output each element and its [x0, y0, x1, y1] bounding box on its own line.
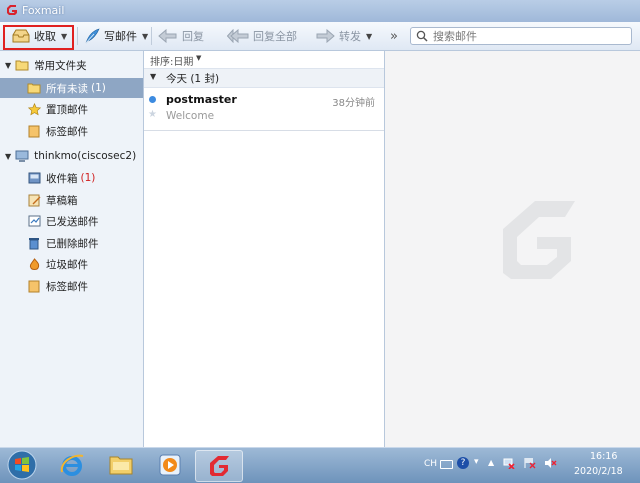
folder-label: 草稿箱 — [46, 194, 78, 207]
volume-muted-icon[interactable] — [544, 457, 557, 469]
clock-time[interactable]: 16:16 — [590, 451, 617, 462]
folder-deleted[interactable]: 已删除邮件 — [0, 233, 143, 253]
folder-label: 所有未读 — [46, 82, 88, 95]
foxmail-watermark-logo — [503, 201, 575, 279]
taskbar-foxmail[interactable] — [195, 450, 243, 482]
more-tools-button[interactable]: » — [390, 22, 398, 50]
date-group-label: 今天 (1 封) — [166, 73, 220, 85]
tag-folder-icon — [27, 279, 41, 293]
internet-explorer-icon — [60, 454, 84, 476]
date-group-header[interactable]: ▼ 今天 (1 封) — [144, 69, 384, 88]
system-tray: CH ? ▾ ▲ 16:16 2020/2/18 — [420, 448, 640, 483]
action-center-flag-icon[interactable] — [523, 457, 536, 469]
reply-arrow-icon — [158, 29, 177, 43]
forward-button[interactable]: 转发 ▼ — [315, 22, 372, 50]
mail-time: 38分钟前 — [332, 98, 375, 109]
unread-count: (1) — [80, 172, 96, 184]
search-input[interactable] — [433, 29, 623, 43]
taskbar-internet-explorer[interactable] — [52, 450, 92, 480]
star-icon — [27, 102, 41, 116]
trash-icon — [27, 236, 41, 250]
drafts-icon — [27, 193, 41, 207]
help-icon[interactable]: ? — [457, 457, 469, 469]
search-icon — [416, 30, 428, 42]
feather-pen-icon — [85, 28, 100, 44]
sort-label: 排序:日期 — [150, 57, 194, 68]
expand-triangle-icon[interactable]: ▼ — [5, 152, 11, 161]
windows-start-icon — [7, 450, 37, 480]
reply-all-button[interactable]: 回复全部 — [227, 22, 297, 50]
show-hidden-icons-icon[interactable]: ▲ — [488, 458, 494, 467]
unread-count: (1) — [91, 82, 106, 94]
receive-highlight-box — [3, 25, 74, 50]
reply-button[interactable]: 回复 — [158, 22, 204, 50]
sort-bar[interactable]: 排序:日期 ▼ — [144, 51, 384, 69]
windows-taskbar: CH ? ▾ ▲ 16:16 2020/2/18 — [0, 447, 640, 483]
forward-arrow-icon — [316, 29, 335, 43]
account-row[interactable]: ▼ thinkmo(ciscosec2) — [0, 146, 143, 166]
compose-button[interactable]: 写邮件 ▼ — [84, 22, 148, 50]
search-box[interactable] — [410, 27, 632, 45]
folder-label: 标签邮件 — [46, 125, 88, 138]
sent-icon — [27, 214, 41, 228]
toolbar-divider — [77, 27, 78, 45]
compose-label: 写邮件 — [104, 30, 137, 43]
foxmail-taskbar-icon — [210, 456, 229, 476]
title-bar[interactable]: Foxmail — [0, 0, 640, 23]
clock-date[interactable]: 2020/2/18 — [574, 466, 623, 477]
mail-subject: Welcome — [166, 110, 215, 122]
folder-all-unread[interactable]: 所有未读 (1) — [0, 78, 143, 98]
folder-account-tagged[interactable]: 标签邮件 — [0, 276, 143, 296]
folder-icon — [27, 81, 41, 95]
tag-folder-icon — [27, 124, 41, 138]
folder-sidebar: ▼ 常用文件夹 所有未读 (1) 置顶邮件 标签邮件 ▼ thinkmo(cis… — [0, 51, 144, 447]
file-explorer-folder-icon — [109, 456, 133, 475]
chevron-down-icon[interactable]: ▼ — [142, 32, 148, 41]
folder-label: 已发送邮件 — [46, 215, 99, 228]
account-label: thinkmo(ciscosec2) — [34, 150, 137, 162]
keyboard-icon[interactable] — [440, 460, 453, 469]
folder-pinned[interactable]: 置顶邮件 — [0, 99, 143, 119]
mail-sender: postmaster — [166, 93, 237, 106]
mail-list-pane: 排序:日期 ▼ ▼ 今天 (1 封) postmaster 38分钟前 ★ We… — [144, 51, 385, 447]
taskbar-media-player[interactable] — [150, 450, 190, 480]
folder-icon — [15, 58, 29, 72]
language-indicator[interactable]: CH — [424, 459, 437, 469]
media-player-icon — [159, 454, 181, 476]
reply-all-label: 回复全部 — [253, 30, 297, 43]
taskbar-file-explorer[interactable] — [101, 450, 141, 480]
unread-dot-icon[interactable] — [149, 96, 156, 103]
expand-triangle-icon[interactable]: ▼ — [5, 61, 11, 70]
folder-label: 标签邮件 — [46, 280, 88, 293]
chevron-down-icon[interactable]: ▼ — [196, 54, 201, 62]
folder-label: 垃圾邮件 — [46, 258, 88, 271]
folder-sent[interactable]: 已发送邮件 — [0, 211, 143, 231]
folder-group-common-label: 常用文件夹 — [34, 59, 87, 72]
folder-label: 置顶邮件 — [46, 103, 88, 116]
folder-drafts[interactable]: 草稿箱 — [0, 190, 143, 210]
chevron-down-icon[interactable]: ▼ — [366, 32, 372, 41]
folder-group-common[interactable]: ▼ 常用文件夹 — [0, 55, 143, 75]
mail-list-item[interactable]: postmaster 38分钟前 ★ Welcome — [144, 88, 384, 131]
folder-inbox[interactable]: 收件箱 (1) — [0, 168, 143, 188]
star-outline-icon[interactable]: ★ — [148, 109, 157, 120]
folder-label: 已删除邮件 — [46, 237, 99, 250]
folder-junk[interactable]: 垃圾邮件 — [0, 254, 143, 274]
collapse-triangle-icon[interactable]: ▼ — [150, 72, 156, 81]
forward-label: 转发 — [339, 30, 361, 43]
reply-all-arrow-icon — [227, 29, 249, 43]
inbox-icon — [27, 171, 41, 185]
folder-label: 收件箱 — [46, 172, 78, 185]
foxmail-logo-icon — [7, 5, 17, 15]
start-button[interactable] — [2, 450, 42, 480]
reply-label: 回复 — [182, 30, 204, 43]
tray-settings-icon[interactable]: ▾ — [474, 457, 479, 467]
junk-icon — [27, 257, 41, 271]
computer-account-icon — [15, 149, 29, 163]
folder-tagged[interactable]: 标签邮件 — [0, 121, 143, 141]
window-title: Foxmail — [22, 4, 65, 17]
toolbar-divider — [151, 27, 152, 45]
preview-pane — [385, 51, 640, 447]
network-icon[interactable] — [503, 457, 515, 470]
